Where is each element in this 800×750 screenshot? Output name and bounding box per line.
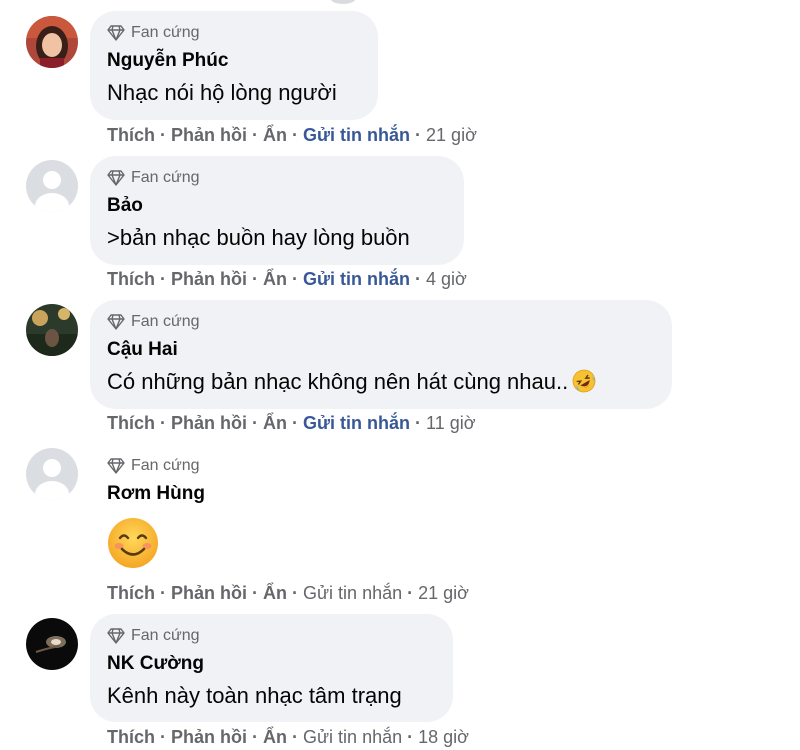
send-message-button[interactable]: Gửi tin nhắn bbox=[303, 583, 402, 603]
comment-actions: Thích · Phản hồi · Ẩn · Gửi tin nhắn · 18 giờ bbox=[107, 727, 469, 747]
fan-badge: Fan cứng bbox=[107, 168, 448, 188]
commenter-name[interactable]: Rơm Hùng bbox=[107, 483, 205, 505]
comment-text: >bản nhạc buồn hay lòng buồn bbox=[107, 225, 410, 250]
reply-button[interactable]: Phản hồi bbox=[171, 125, 247, 145]
hide-button[interactable]: Ẩn bbox=[263, 583, 287, 603]
diamond-icon bbox=[107, 458, 125, 474]
comment-text: Kênh này toàn nhạc tâm trạng bbox=[107, 683, 402, 708]
comment-text: Nhạc nói hộ lòng người bbox=[107, 80, 337, 105]
timestamp[interactable]: 11 giờ bbox=[426, 413, 476, 433]
badge-label: Fan cứng bbox=[131, 24, 200, 41]
diamond-icon bbox=[107, 25, 125, 41]
comment-text-content: Có những bản nhạc không nên hát cùng nha… bbox=[107, 369, 569, 394]
reply-button[interactable]: Phản hồi bbox=[171, 727, 247, 747]
comment-text: Có những bản nhạc không nên hát cùng nha… bbox=[107, 369, 656, 395]
smiling-face-emoji-icon bbox=[108, 518, 158, 568]
comment-header: Fan cứng Rơm Hùng bbox=[107, 456, 205, 505]
comment-bubble: Fan cứng Bảo >bản nhạc buồn hay lòng buồ… bbox=[90, 156, 464, 265]
comment-bubble: Fan cứng Nguyễn Phúc Nhạc nói hộ lòng ng… bbox=[90, 11, 378, 120]
avatar[interactable] bbox=[26, 16, 78, 68]
comment-bubble: Fan cứng Cậu Hai Có những bản nhạc không… bbox=[90, 300, 672, 409]
avatar[interactable] bbox=[26, 618, 78, 670]
like-button[interactable]: Thích bbox=[107, 583, 155, 603]
hide-button[interactable]: Ẩn bbox=[263, 269, 287, 289]
hide-button[interactable]: Ẩn bbox=[263, 727, 287, 747]
send-message-button[interactable]: Gửi tin nhắn bbox=[303, 125, 410, 145]
comment-actions: Thích · Phản hồi · Ẩn · Gửi tin nhắn · 11 giờ bbox=[107, 413, 476, 433]
avatar[interactable] bbox=[26, 448, 78, 500]
send-message-button[interactable]: Gửi tin nhắn bbox=[303, 413, 410, 433]
fan-badge: Fan cứng bbox=[107, 312, 656, 332]
reply-button[interactable]: Phản hồi bbox=[171, 269, 247, 289]
diamond-icon bbox=[107, 170, 125, 186]
fan-badge: Fan cứng bbox=[107, 456, 205, 476]
commenter-name[interactable]: NK Cường bbox=[107, 653, 437, 675]
like-button[interactable]: Thích bbox=[107, 269, 155, 289]
send-message-button[interactable]: Gửi tin nhắn bbox=[303, 727, 402, 747]
commenter-name[interactable]: Bảo bbox=[107, 195, 448, 217]
diamond-icon bbox=[107, 314, 125, 330]
commenter-name[interactable]: Cậu Hai bbox=[107, 339, 656, 361]
send-message-button[interactable]: Gửi tin nhắn bbox=[303, 269, 410, 289]
comment-bubble: Fan cứng NK Cường Kênh này toàn nhạc tâm… bbox=[90, 614, 453, 722]
fan-badge: Fan cứng bbox=[107, 23, 362, 43]
like-button[interactable]: Thích bbox=[107, 125, 155, 145]
timestamp[interactable]: 18 giờ bbox=[418, 727, 469, 747]
rolling-on-floor-laughing-emoji-icon bbox=[572, 369, 596, 393]
reply-button[interactable]: Phản hồi bbox=[171, 413, 247, 433]
reply-button[interactable]: Phản hồi bbox=[171, 583, 247, 603]
timestamp[interactable]: 4 giờ bbox=[426, 269, 467, 289]
commenter-name[interactable]: Nguyễn Phúc bbox=[107, 50, 362, 72]
badge-label: Fan cứng bbox=[131, 169, 200, 186]
like-button[interactable]: Thích bbox=[107, 727, 155, 747]
comment-actions: Thích · Phản hồi · Ẩn · Gửi tin nhắn · 21 giờ bbox=[107, 125, 477, 145]
comment-actions: Thích · Phản hồi · Ẩn · Gửi tin nhắn · 4 giờ bbox=[107, 269, 467, 289]
diamond-icon bbox=[107, 628, 125, 644]
like-button[interactable]: Thích bbox=[107, 413, 155, 433]
comment-actions: Thích · Phản hồi · Ẩn · Gửi tin nhắn · 21 giờ bbox=[107, 583, 469, 603]
avatar[interactable] bbox=[26, 304, 78, 356]
avatar[interactable] bbox=[26, 160, 78, 212]
fan-badge: Fan cứng bbox=[107, 626, 437, 646]
previous-item-edge bbox=[330, 0, 356, 4]
timestamp[interactable]: 21 giờ bbox=[418, 583, 469, 603]
badge-label: Fan cứng bbox=[131, 627, 200, 644]
hide-button[interactable]: Ẩn bbox=[263, 125, 287, 145]
badge-label: Fan cứng bbox=[131, 313, 200, 330]
timestamp[interactable]: 21 giờ bbox=[426, 125, 477, 145]
hide-button[interactable]: Ẩn bbox=[263, 413, 287, 433]
badge-label: Fan cứng bbox=[131, 457, 200, 474]
